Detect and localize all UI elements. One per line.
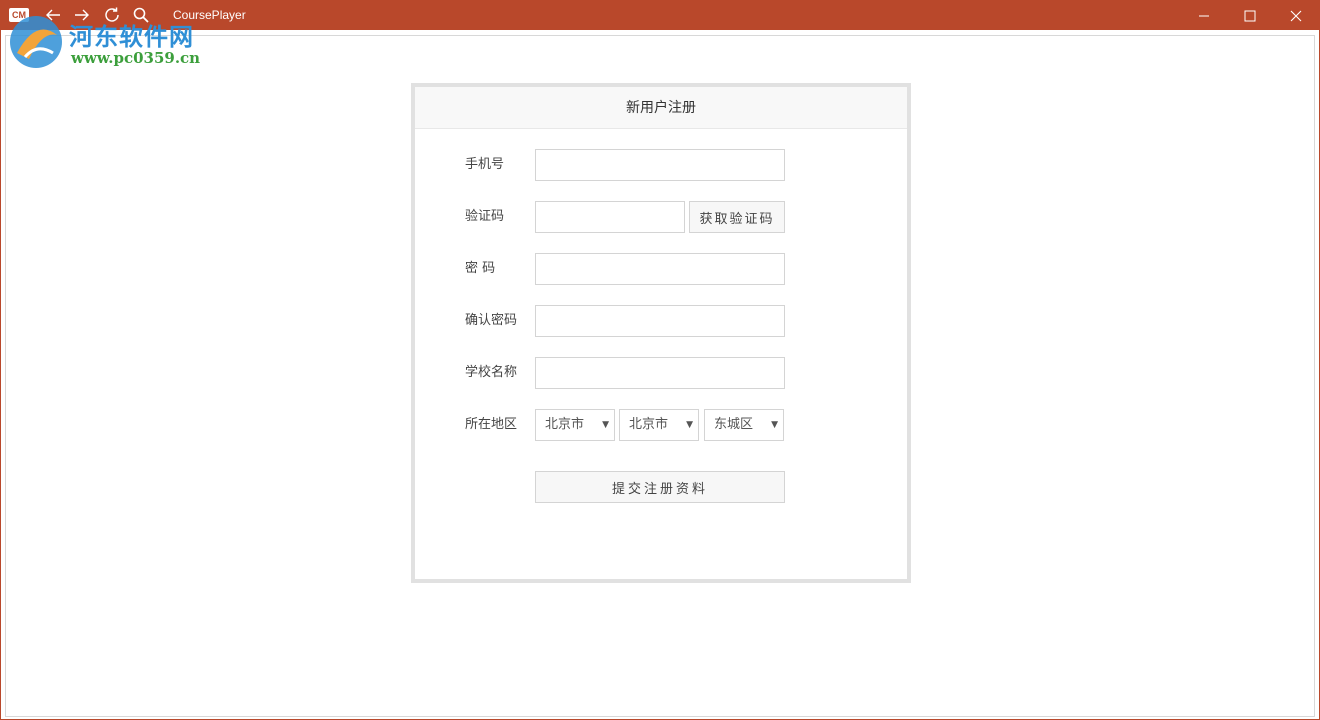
- code-row: 验证码 获取验证码: [415, 201, 907, 233]
- province-value: 北京市: [545, 417, 585, 432]
- school-label: 学校名称: [465, 365, 518, 380]
- submit-row: 提交注册资料: [415, 471, 907, 503]
- arrow-right-icon: [75, 9, 89, 21]
- region-row: 所在地区 北京市 ▼ 北京市 ▼ 东城区 ▼: [415, 409, 907, 441]
- code-input[interactable]: [535, 201, 685, 233]
- close-icon: [1290, 10, 1302, 21]
- password-label: 密 码: [465, 261, 496, 276]
- region-label: 所在地区: [465, 417, 518, 432]
- window-title: CoursePlayer: [173, 8, 246, 22]
- chevron-down-icon: ▼: [602, 420, 609, 430]
- phone-label: 手机号: [465, 157, 505, 172]
- password-input[interactable]: [535, 253, 785, 285]
- maximize-button[interactable]: [1227, 1, 1273, 30]
- district-select[interactable]: 东城区 ▼: [704, 409, 784, 441]
- close-button[interactable]: [1273, 1, 1319, 30]
- phone-row: 手机号: [415, 149, 907, 181]
- password-row: 密 码: [415, 253, 907, 285]
- content-area: 新用户注册 手机号 验证码 获取验证码 密 码 确认密码 学校名称 所在地区 北…: [5, 35, 1315, 717]
- maximize-icon: [1244, 10, 1256, 21]
- minimize-icon: [1199, 15, 1209, 16]
- chevron-down-icon: ▼: [686, 420, 693, 430]
- back-button[interactable]: [41, 4, 65, 26]
- search-button[interactable]: [129, 4, 153, 26]
- submit-button[interactable]: 提交注册资料: [535, 471, 785, 503]
- confirm-password-label: 确认密码: [465, 313, 518, 328]
- city-value: 北京市: [629, 417, 669, 432]
- confirm-password-input[interactable]: [535, 305, 785, 337]
- code-label: 验证码: [465, 209, 505, 224]
- school-row: 学校名称: [415, 357, 907, 389]
- city-select[interactable]: 北京市 ▼: [619, 409, 699, 441]
- app-window: CM CoursePlayer 新用户注册 手机号 验证码 获取验证码 密 码 …: [0, 0, 1320, 720]
- phone-input[interactable]: [535, 149, 785, 181]
- confirm-password-row: 确认密码: [415, 305, 907, 337]
- district-value: 东城区: [714, 417, 754, 432]
- arrow-left-icon: [46, 9, 60, 21]
- get-code-button[interactable]: 获取验证码: [689, 201, 785, 233]
- refresh-button[interactable]: [100, 4, 124, 26]
- app-logo: CM: [9, 8, 29, 22]
- registration-card: 新用户注册 手机号 验证码 获取验证码 密 码 确认密码 学校名称 所在地区 北…: [411, 83, 911, 583]
- form-title: 新用户注册: [415, 87, 907, 129]
- refresh-icon: [105, 7, 119, 22]
- chevron-down-icon: ▼: [771, 420, 778, 430]
- forward-button[interactable]: [70, 4, 94, 26]
- minimize-button[interactable]: [1181, 1, 1227, 30]
- province-select[interactable]: 北京市 ▼: [535, 409, 615, 441]
- search-icon: [133, 7, 149, 23]
- school-input[interactable]: [535, 357, 785, 389]
- title-bar: CM CoursePlayer: [1, 1, 1319, 30]
